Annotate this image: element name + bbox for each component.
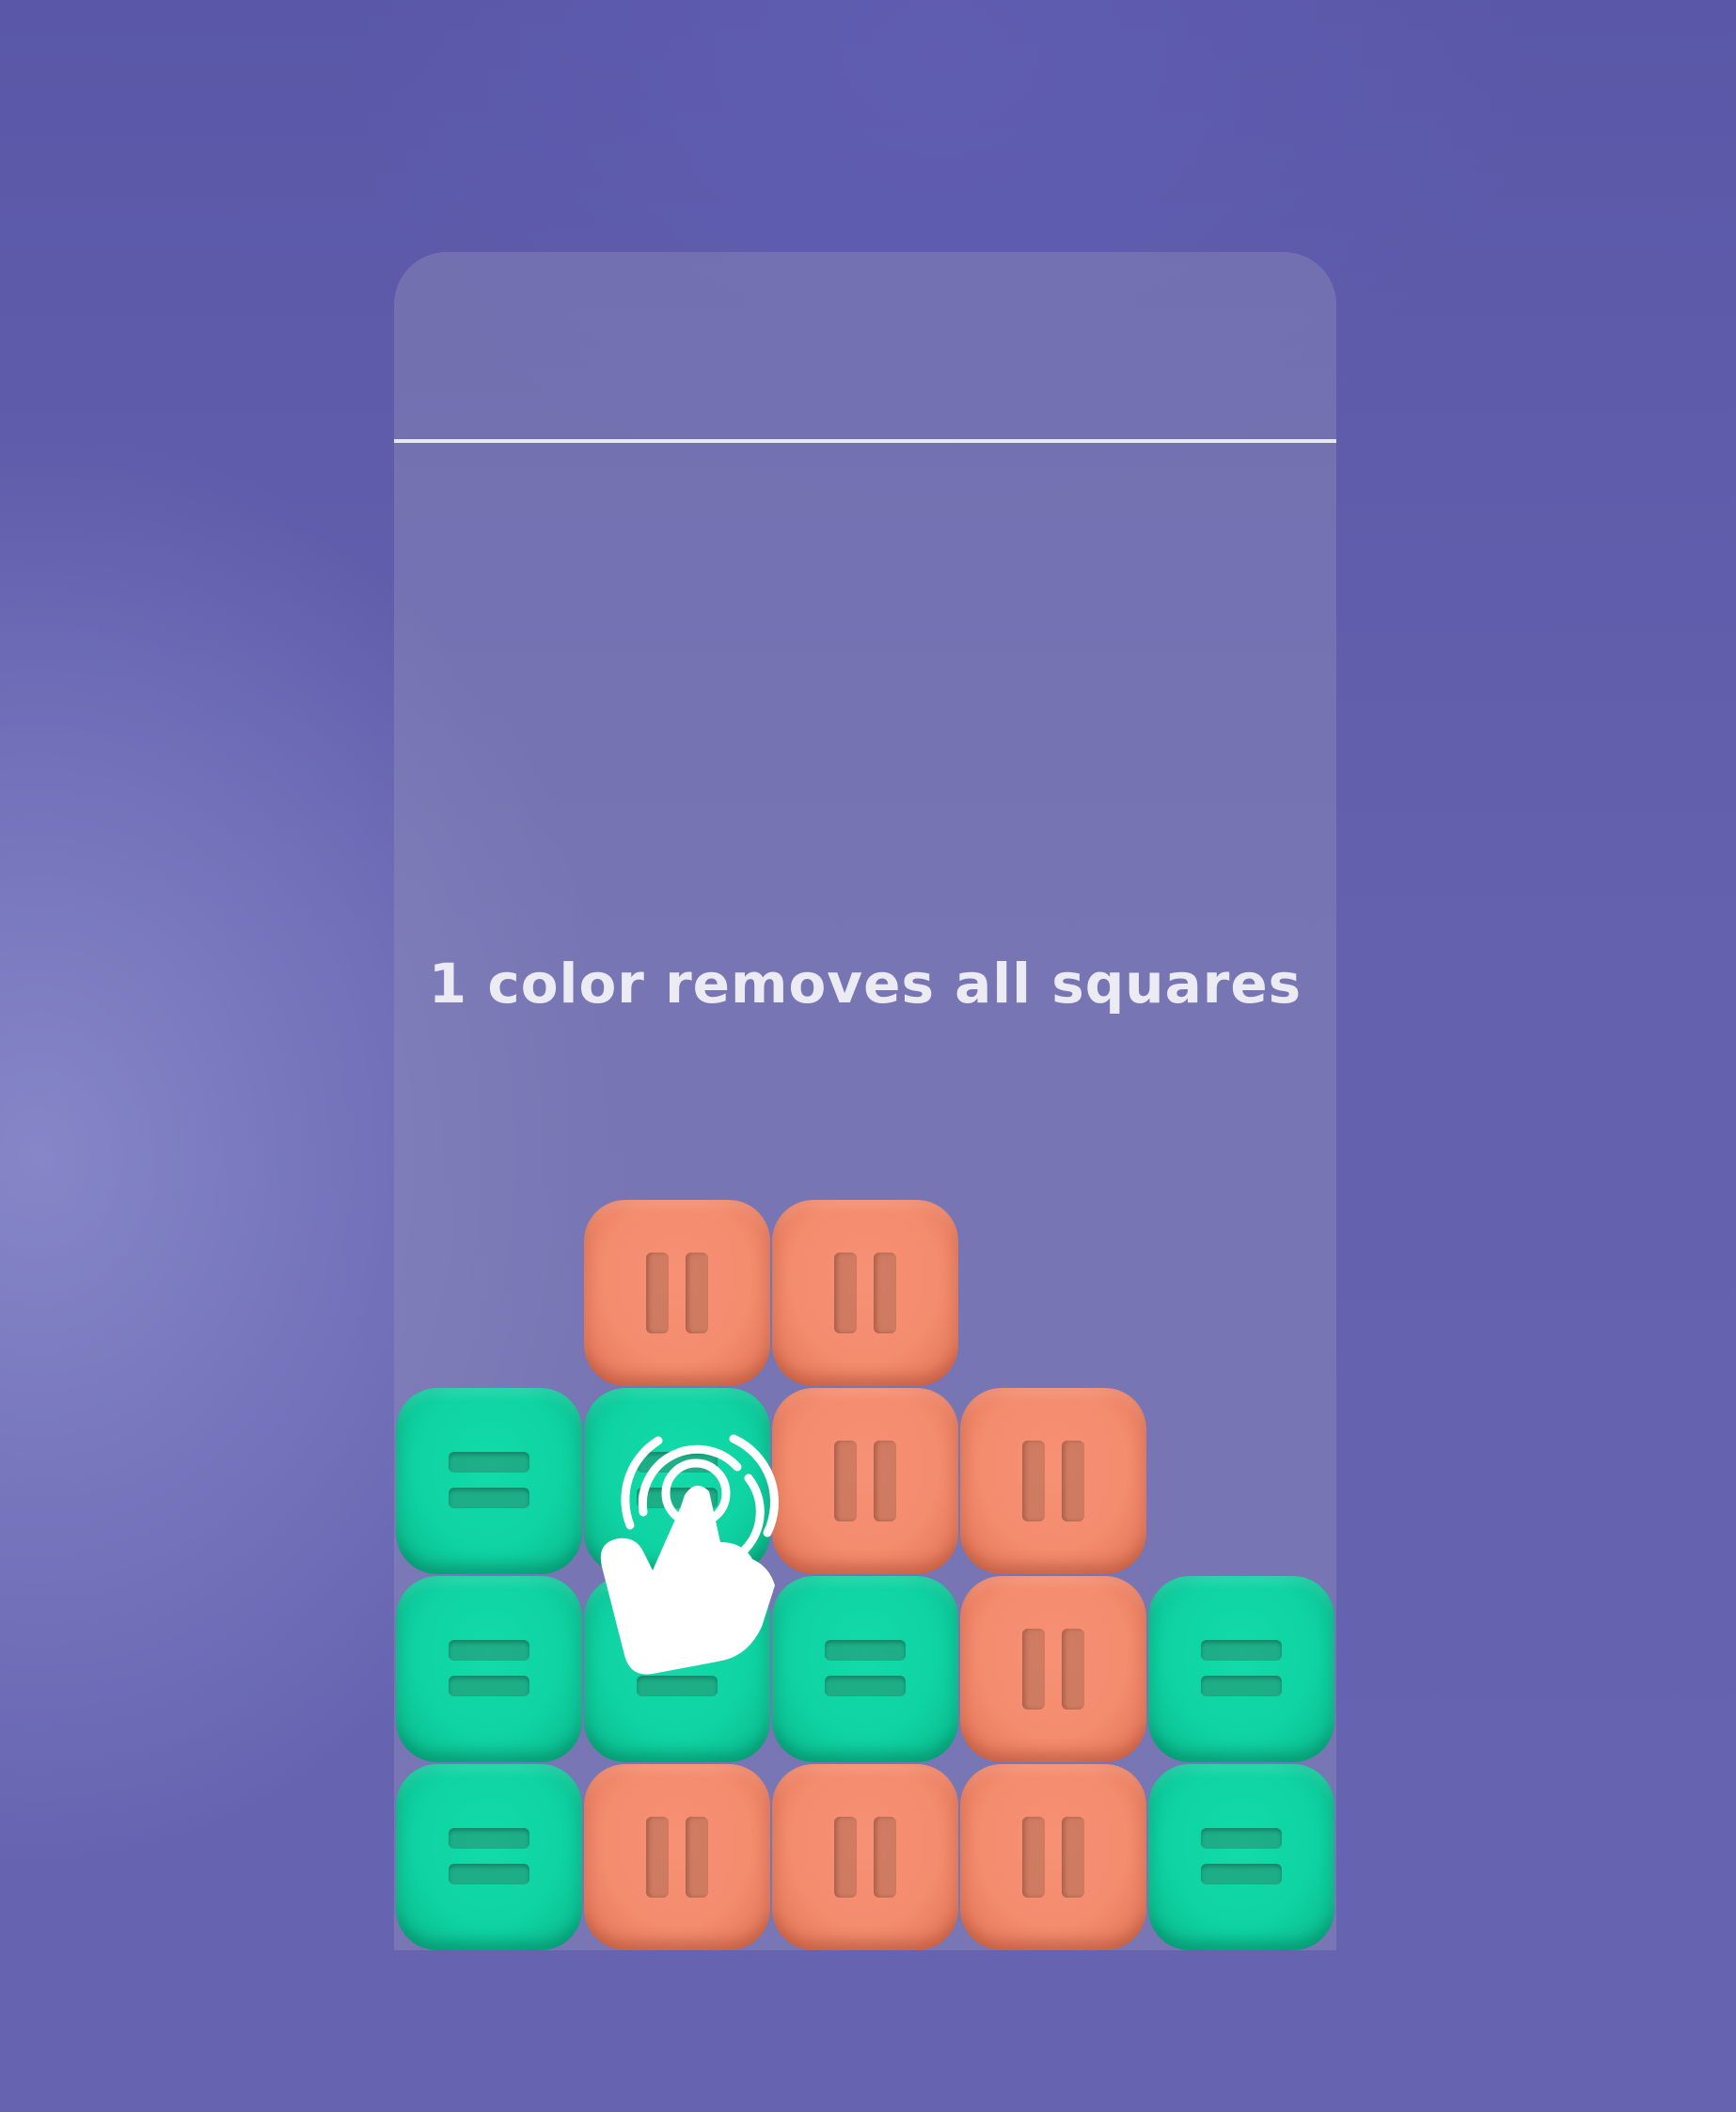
teal-block-r4-c1[interactable] [396,1764,582,1950]
orange-block-r4-c3[interactable] [772,1764,958,1950]
block-groove [1062,1441,1084,1521]
hint-text: 1 color removes all squares [428,952,1302,1016]
teal-block-r3-c5[interactable] [1148,1576,1334,1762]
block-groove [1022,1629,1045,1710]
teal-block-r4-c5[interactable] [1148,1764,1334,1950]
block-groove [646,1817,669,1898]
orange-block-r1-c2[interactable] [584,1200,770,1386]
block-groove [1201,1640,1282,1661]
block-groove [825,1676,906,1696]
block-groove [1201,1676,1282,1696]
block-groove [686,1817,708,1898]
block-groove [874,1817,896,1898]
top-divider-line [394,439,1336,443]
block-groove [825,1640,906,1661]
orange-block-r4-c2[interactable] [584,1764,770,1950]
block-groove [874,1253,896,1333]
block-groove [449,1488,529,1508]
block-groove [449,1864,529,1884]
orange-block-r1-c3[interactable] [772,1200,958,1386]
teal-block-r3-c1[interactable] [396,1576,582,1762]
block-groove [449,1640,529,1661]
orange-block-r2-c4[interactable] [960,1388,1146,1574]
block-groove [686,1253,708,1333]
block-groove [646,1253,669,1333]
block-groove [1022,1817,1045,1898]
block-groove [449,1676,529,1696]
block-groove [1022,1441,1045,1521]
block-groove [1062,1629,1084,1710]
block-groove [1201,1864,1282,1884]
block-groove [874,1441,896,1521]
block-groove [834,1817,857,1898]
block-groove [834,1253,857,1333]
block-groove [449,1452,529,1473]
teal-block-r2-c1[interactable] [396,1388,582,1574]
orange-block-r4-c4[interactable] [960,1764,1146,1950]
block-groove [449,1828,529,1849]
tap-hand-icon [600,1434,780,1675]
block-groove [834,1441,857,1521]
block-groove [1062,1817,1084,1898]
block-groove [1201,1828,1282,1849]
orange-block-r3-c4[interactable] [960,1576,1146,1762]
